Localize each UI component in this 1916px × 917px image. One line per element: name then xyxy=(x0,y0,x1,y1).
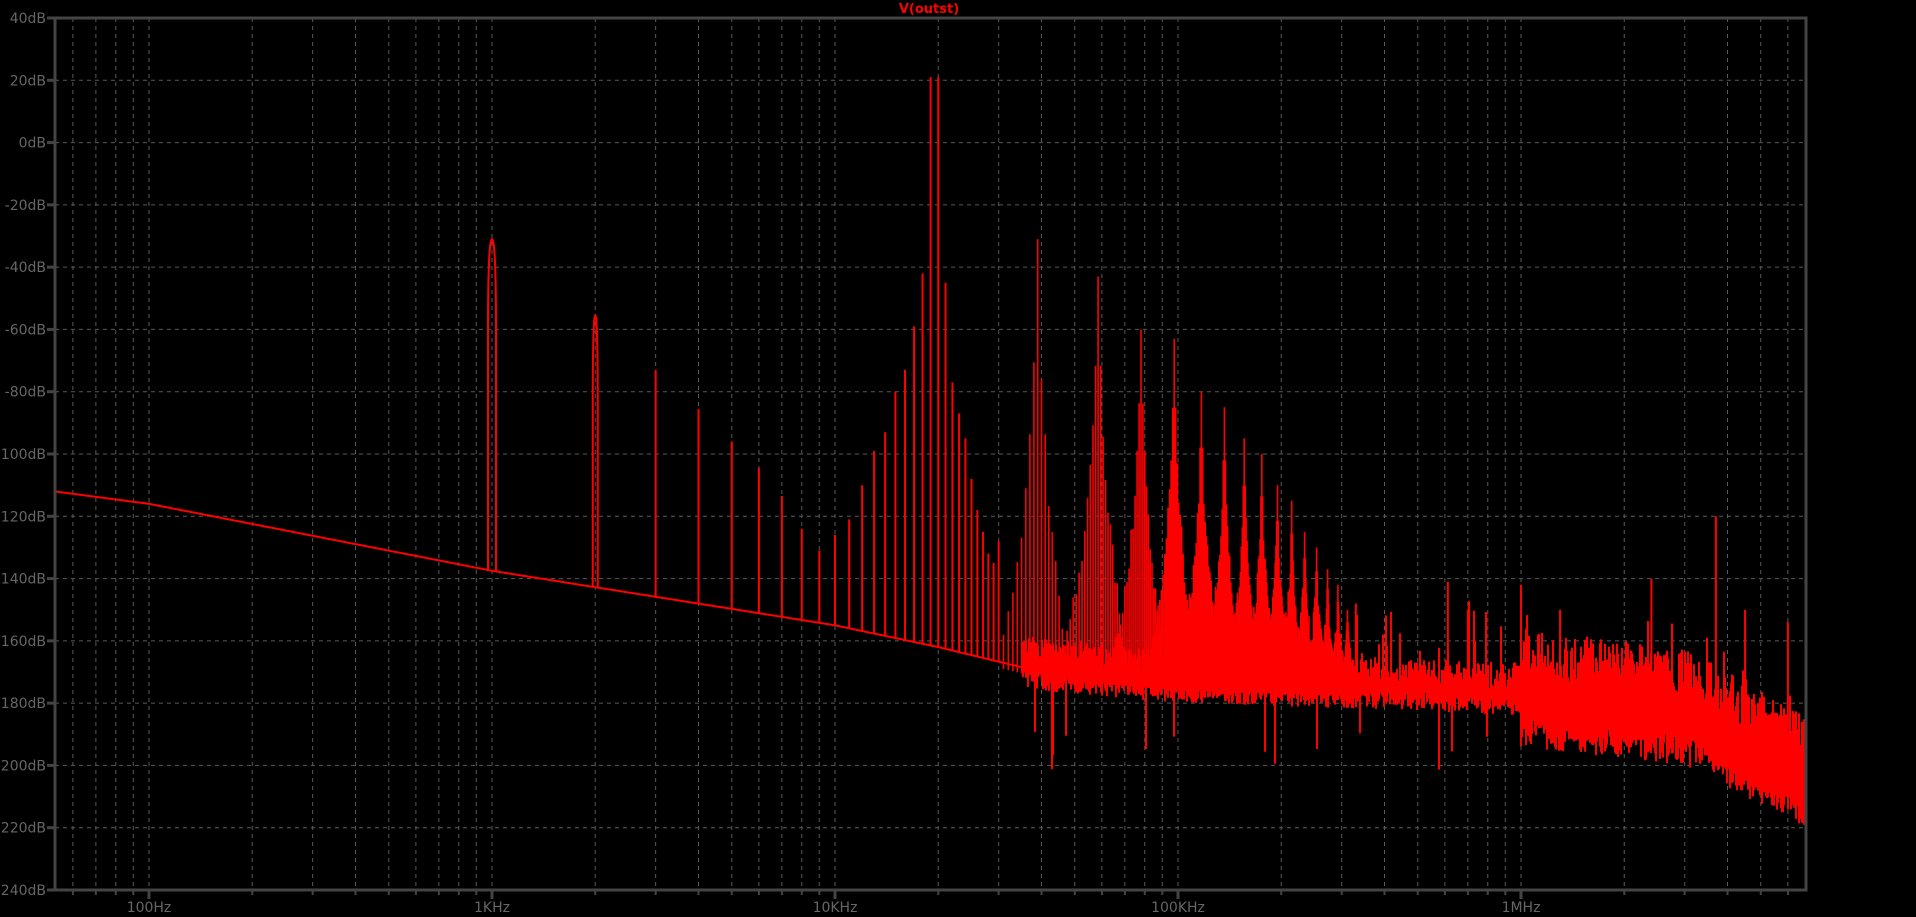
y-tick-label: 0dB xyxy=(19,136,46,152)
y-tick-label: -160dB xyxy=(0,634,46,650)
y-tick-label: -140dB xyxy=(0,572,46,588)
y-tick-label: -220dB xyxy=(0,821,46,837)
chart-title[interactable]: V(outst) xyxy=(899,2,959,17)
y-tick-label: -100dB xyxy=(0,447,46,463)
y-tick-label: -240dB xyxy=(0,883,46,899)
x-axis-tick-labels: 100Hz 1KHz 10KHz 100KHz 1MHz xyxy=(127,900,1541,916)
x-tick-label: 100KHz xyxy=(1151,900,1205,916)
y-tick-label: 20dB xyxy=(10,73,46,89)
trace-v-outst xyxy=(54,77,1807,825)
y-axis-tick-labels: 40dB 20dB 0dB -20dB -40dB -60dB -80dB -100dB -12… xyxy=(0,11,46,899)
y-tick-label: -80dB xyxy=(5,385,46,401)
x-tick-label: 100Hz xyxy=(127,900,172,916)
y-tick-label: -120dB xyxy=(0,509,46,525)
sideband-cluster xyxy=(1002,239,1067,681)
x-tick-label: 1KHz xyxy=(474,900,510,916)
x-tick-label: 1MHz xyxy=(1502,900,1541,916)
y-tick-label: -20dB xyxy=(5,198,46,214)
y-tick-label: -200dB xyxy=(0,758,46,774)
x-tick-label: 10KHz xyxy=(813,900,858,916)
fft-plot: 40dB 20dB 0dB -20dB -40dB -60dB -80dB -100dB -12… xyxy=(0,2,1808,916)
axes xyxy=(47,16,1808,899)
sideband-cluster xyxy=(1059,276,1129,687)
y-tick-label: -40dB xyxy=(5,260,46,276)
y-tick-label: -60dB xyxy=(5,322,46,338)
y-tick-label: -180dB xyxy=(0,696,46,712)
y-tick-label: 40dB xyxy=(10,11,46,27)
